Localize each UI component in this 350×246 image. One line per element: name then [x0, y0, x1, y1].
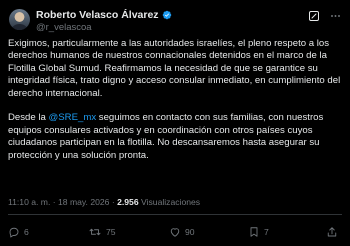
- author-block: Roberto Velasco Álvarez @r_velascoa: [36, 9, 172, 33]
- mention-link[interactable]: @SRE_mx: [49, 112, 97, 123]
- repost-button[interactable]: 75: [88, 224, 116, 240]
- post-date[interactable]: 18 may. 2026: [58, 197, 109, 207]
- like-count: 90: [185, 227, 195, 237]
- verified-badge-icon: [162, 10, 171, 20]
- bookmark-button[interactable]: 7: [248, 224, 269, 240]
- post-paragraph: Exigimos, particularmente a las autorida…: [8, 38, 341, 99]
- post-text: Exigimos, particularmente a las autorida…: [8, 38, 343, 174]
- views-label: Visualizaciones: [141, 197, 201, 207]
- post-time[interactable]: 11:10 a. m.: [8, 197, 50, 207]
- repost-icon: [89, 228, 101, 236]
- author-name[interactable]: Roberto Velasco Álvarez: [36, 9, 159, 21]
- reply-count: 6: [24, 227, 29, 237]
- meta-separator: ·: [111, 197, 115, 207]
- meta-separator: ·: [52, 197, 56, 207]
- name-row: Roberto Velasco Álvarez: [36, 9, 172, 21]
- bookmark-count: 7: [264, 227, 269, 237]
- grok-icon[interactable]: [308, 10, 320, 22]
- author-handle[interactable]: @r_velascoa: [36, 22, 172, 33]
- more-icon[interactable]: [329, 10, 342, 22]
- divider: [8, 214, 342, 215]
- post-meta: 11:10 a. m. · 18 may. 2026 · 2.956 Visua…: [8, 197, 200, 208]
- repost-count: 75: [106, 227, 116, 237]
- like-icon: [170, 228, 180, 237]
- post-paragraph: Desde la @SRE_mx seguimos en contacto co…: [8, 112, 324, 161]
- views-count[interactable]: 2.956: [117, 197, 139, 207]
- bookmark-icon: [250, 227, 258, 237]
- share-icon: [327, 227, 337, 237]
- post: Roberto Velasco Álvarez @r_velascoa Exig…: [0, 0, 350, 246]
- like-button[interactable]: 90: [169, 224, 195, 240]
- engagement-bar: 6 75 90 7: [0, 224, 350, 240]
- post-header-actions: [308, 10, 342, 22]
- share-button[interactable]: [326, 224, 338, 240]
- reply-icon: [9, 227, 19, 238]
- reply-button[interactable]: 6: [8, 224, 29, 240]
- avatar[interactable]: [9, 9, 30, 30]
